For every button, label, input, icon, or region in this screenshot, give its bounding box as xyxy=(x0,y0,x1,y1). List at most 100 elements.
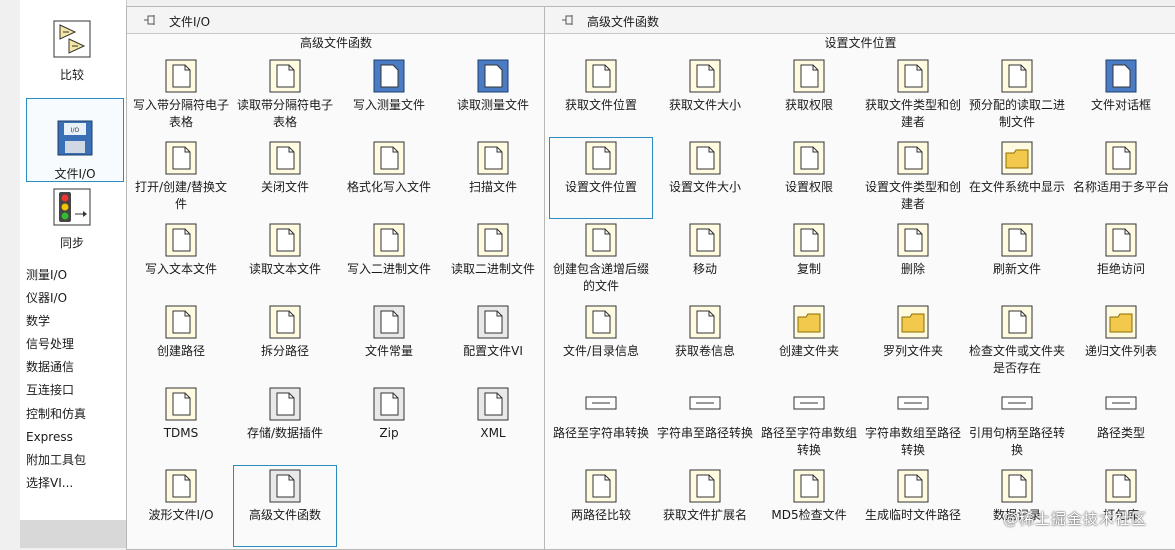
palette-item[interactable]: XML xyxy=(441,383,545,465)
palette-item[interactable]: 关闭文件 xyxy=(233,137,337,219)
palette-item-label: 写入二进制文件 xyxy=(346,262,431,276)
category-list-item[interactable]: Express xyxy=(26,426,124,449)
category-list-item[interactable]: 仪器I/O xyxy=(26,287,124,310)
palette-item-label: 路径至字符串转换 xyxy=(552,426,649,440)
palette-item[interactable]: 高级文件函数 xyxy=(233,465,337,547)
category-list-item[interactable]: 数据通信 xyxy=(26,356,124,379)
palette-item-label: 获取文件大小 xyxy=(668,98,741,112)
palette-item[interactable]: 设置文件类型和创建者 xyxy=(861,137,965,219)
palette-item[interactable]: 路径类型 xyxy=(1069,383,1173,465)
palette-subtitle: 高级文件函数 xyxy=(299,36,372,50)
palette-item[interactable]: 读取文本文件 xyxy=(233,219,337,301)
pin-icon[interactable] xyxy=(143,14,157,26)
palette-item-label: 删除 xyxy=(900,262,925,276)
palette-item[interactable]: 写入带分隔符电子表格 xyxy=(129,55,233,137)
palette-item[interactable]: 检查文件或文件夹是否存在 xyxy=(965,301,1069,383)
palette-item[interactable]: 配置文件VI xyxy=(441,301,545,383)
palette-item[interactable]: 创建包含递增后缀的文件 xyxy=(549,219,653,301)
palette-item-label: 移动 xyxy=(692,262,717,276)
palette-item[interactable]: 获取权限 xyxy=(757,55,861,137)
palette-item[interactable]: Zip xyxy=(337,383,441,465)
palette-item[interactable]: 路径至字符串数组转换 xyxy=(757,383,861,465)
palette-item[interactable]: 格式化写入文件 xyxy=(337,137,441,219)
palette-item[interactable]: 设置文件大小 xyxy=(653,137,757,219)
palette-item[interactable]: 字符串数组至路径转换 xyxy=(861,383,965,465)
palette-item[interactable]: 写入测量文件 xyxy=(337,55,441,137)
palette-item-label: 拆分路径 xyxy=(260,344,309,358)
palette-item[interactable]: 设置权限 xyxy=(757,137,861,219)
palette-item[interactable]: 文件常量 xyxy=(337,301,441,383)
palette-item[interactable]: 字符串至路径转换 xyxy=(653,383,757,465)
palette-item[interactable]: 读取带分隔符电子表格 xyxy=(233,55,337,137)
palette-item[interactable]: 递归文件列表 xyxy=(1069,301,1173,383)
palette-item-label: 获取权限 xyxy=(784,98,833,112)
format-into-file-icon xyxy=(372,141,406,175)
palette-item-label: 创建路径 xyxy=(156,344,205,358)
close-file-icon xyxy=(268,141,302,175)
palette-item-label: 文件常量 xyxy=(364,344,413,358)
palette-item[interactable]: 拒绝访问 xyxy=(1069,219,1173,301)
pin-icon[interactable] xyxy=(561,14,575,26)
xml-icon xyxy=(476,387,510,421)
palette-item[interactable]: 设置文件位置 xyxy=(549,137,653,219)
category-list-item[interactable]: 选择VI... xyxy=(26,472,124,495)
palette-item[interactable]: 写入文本文件 xyxy=(129,219,233,301)
palette-item[interactable]: 引用句柄至路径转换 xyxy=(965,383,1069,465)
palette-item[interactable]: 获取文件扩展名 xyxy=(653,465,757,547)
traffic-light-icon xyxy=(53,188,91,226)
palette-item[interactable]: 生成临时文件路径 xyxy=(861,465,965,547)
palette-item[interactable]: 波形文件I/O xyxy=(129,465,233,547)
palette-item[interactable]: 数据记录 xyxy=(965,465,1069,547)
palette-item[interactable]: 获取文件大小 xyxy=(653,55,757,137)
palette-item[interactable]: 存储/数据插件 xyxy=(233,383,337,465)
palette-item[interactable]: TDMS xyxy=(129,383,233,465)
palette-item[interactable]: 移动 xyxy=(653,219,757,301)
compare-paths-icon xyxy=(584,469,618,503)
palette-item-label: 创建文件夹 xyxy=(778,344,839,358)
category-list-item[interactable]: 信号处理 xyxy=(26,333,124,356)
palette-item[interactable]: 路径至字符串转换 xyxy=(549,383,653,465)
refnum-to-path-icon xyxy=(1000,387,1034,421)
palette-item[interactable]: 打包库 xyxy=(1069,465,1173,547)
category-sync[interactable]: 同步 xyxy=(24,168,120,250)
read-binary-file-icon xyxy=(476,223,510,257)
palette-item[interactable]: 获取文件类型和创建者 xyxy=(861,55,965,137)
palette-item[interactable]: 复制 xyxy=(757,219,861,301)
palette-item[interactable]: 创建路径 xyxy=(129,301,233,383)
category-list-item[interactable]: 测量I/O xyxy=(26,264,124,287)
palette-item[interactable]: 创建文件夹 xyxy=(757,301,861,383)
category-panel: 比较 I/O 文件I/O 同步 测量I/O 仪器I/O 数学 信号处理 数据通信… xyxy=(20,0,127,520)
write-binary-file-icon xyxy=(372,223,406,257)
palette-item[interactable]: 写入二进制文件 xyxy=(337,219,441,301)
category-list-item[interactable]: 互连接口 xyxy=(26,379,124,402)
palette-item[interactable]: 罗列文件夹 xyxy=(861,301,965,383)
category-compare[interactable]: 比较 xyxy=(24,0,120,82)
palette-item-label: 波形文件I/O xyxy=(148,508,214,522)
palette-item[interactable]: 名称适用于多平台 xyxy=(1069,137,1173,219)
palette-item[interactable]: MD5检查文件 xyxy=(757,465,861,547)
palette-item[interactable]: 两路径比较 xyxy=(549,465,653,547)
palette-item[interactable]: 读取测量文件 xyxy=(441,55,545,137)
palette-item[interactable]: 获取文件位置 xyxy=(549,55,653,137)
palette-item[interactable]: 获取卷信息 xyxy=(653,301,757,383)
palette-item-label: 文件对话框 xyxy=(1090,98,1151,112)
palette-item[interactable]: 预分配的读取二进制文件 xyxy=(965,55,1069,137)
palette-item[interactable]: 文件对话框 xyxy=(1069,55,1173,137)
palette-item[interactable]: 在文件系统中显示 xyxy=(965,137,1069,219)
palette-item-label: 读取测量文件 xyxy=(456,98,529,112)
category-list-item[interactable]: 附加工具包 xyxy=(26,449,124,472)
palette-item[interactable]: 删除 xyxy=(861,219,965,301)
write-text-file-icon xyxy=(164,223,198,257)
palette-item[interactable]: 打开/创建/替换文件 xyxy=(129,137,233,219)
advanced-file-palette: 高级文件函数 设置文件位置 获取文件位置 获取文件大小 获取权限 获取文件类型和创建者… xyxy=(544,6,1175,550)
palette-title: 文件I/O xyxy=(169,15,211,29)
category-list-item[interactable]: 数学 xyxy=(26,310,124,333)
palette-item[interactable]: 扫描文件 xyxy=(441,137,545,219)
set-file-type-icon xyxy=(896,141,930,175)
category-list-item[interactable]: 控制和仿真 xyxy=(26,403,124,426)
palette-item[interactable]: 拆分路径 xyxy=(233,301,337,383)
palette-item-label: 高级文件函数 xyxy=(248,508,321,522)
palette-item[interactable]: 文件/目录信息 xyxy=(549,301,653,383)
palette-item[interactable]: 刷新文件 xyxy=(965,219,1069,301)
palette-item[interactable]: 读取二进制文件 xyxy=(441,219,545,301)
